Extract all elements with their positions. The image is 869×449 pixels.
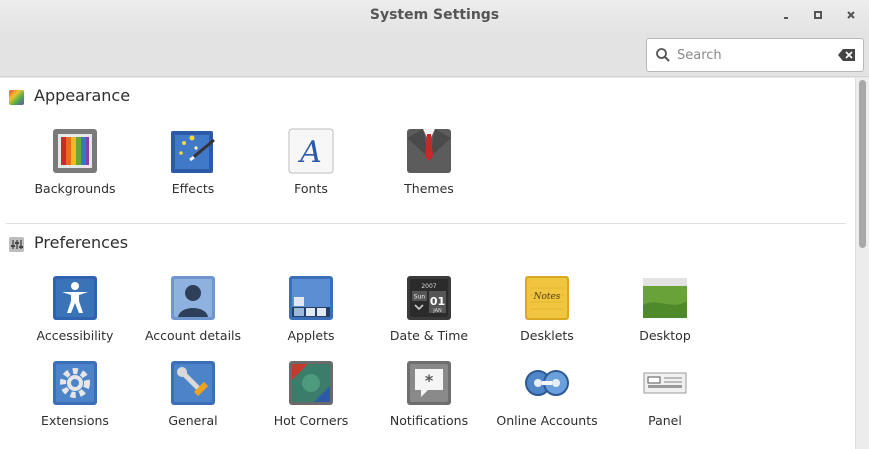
general-icon — [171, 361, 215, 405]
themes-icon — [407, 129, 451, 173]
preferences-icon — [9, 237, 24, 252]
account-details-icon — [171, 276, 215, 320]
scrollbar-thumb[interactable] — [859, 80, 866, 248]
setting-effects[interactable]: Effects — [134, 128, 252, 196]
calendar-day: Sun — [414, 294, 426, 301]
setting-date-time[interactable]: 2007 Sun 01 JAN Date & Time — [370, 275, 488, 343]
desklets-note: Notes — [533, 292, 561, 302]
maximize-icon[interactable] — [811, 8, 825, 22]
setting-label: Notifications — [389, 413, 469, 428]
setting-backgrounds[interactable]: Backgrounds — [16, 128, 134, 196]
section-title-preferences: Preferences — [34, 233, 129, 252]
setting-general[interactable]: General — [134, 360, 252, 428]
desktop-icon — [643, 278, 687, 318]
setting-themes[interactable]: Themes — [370, 128, 488, 196]
search-input[interactable] — [677, 45, 827, 65]
setting-desklets[interactable]: Notes Desklets — [488, 275, 606, 343]
setting-label: Accessibility — [36, 328, 114, 343]
section-divider — [6, 223, 846, 224]
calendar-month: JAN — [432, 308, 442, 314]
setting-label: Date & Time — [389, 328, 469, 343]
setting-label: Backgrounds — [34, 181, 116, 196]
search-box[interactable] — [646, 38, 864, 72]
close-icon[interactable] — [844, 8, 858, 22]
setting-label: Applets — [287, 328, 335, 343]
setting-label: Online Accounts — [496, 413, 598, 428]
setting-applets[interactable]: Applets — [252, 275, 370, 343]
desklets-icon: Notes — [525, 276, 569, 320]
panel-icon — [643, 372, 687, 394]
backgrounds-icon — [53, 129, 97, 173]
toolbar — [0, 32, 869, 77]
setting-panel[interactable]: Panel — [606, 360, 724, 428]
clear-search-icon[interactable] — [837, 47, 857, 63]
setting-notifications[interactable]: * Notifications — [370, 360, 488, 428]
effects-icon — [171, 131, 215, 173]
calendar-date: 01 — [430, 295, 445, 308]
calendar-year: 2007 — [421, 283, 436, 290]
section-title-appearance: Appearance — [34, 86, 131, 105]
window-title: System Settings — [369, 7, 500, 23]
setting-label: General — [168, 413, 218, 428]
accessibility-icon — [53, 276, 97, 320]
fonts-glyph: A — [297, 135, 322, 170]
hot-corners-icon — [289, 361, 333, 405]
setting-label: Desklets — [520, 328, 574, 343]
fonts-icon: A — [288, 128, 334, 174]
notifications-glyph: * — [425, 371, 434, 390]
setting-hot-corners[interactable]: Hot Corners — [252, 360, 370, 428]
setting-online-accounts[interactable]: Online Accounts — [488, 360, 606, 428]
setting-label: Desktop — [639, 328, 691, 343]
search-icon — [656, 48, 670, 62]
setting-desktop[interactable]: Desktop — [606, 275, 724, 343]
setting-label: Themes — [404, 181, 454, 196]
setting-account-details[interactable]: Account details — [134, 275, 252, 343]
applets-icon — [289, 276, 333, 320]
settings-content: Appearance Backgrounds Effects A Fonts T… — [0, 78, 855, 449]
title-bar: System Settings — [0, 0, 869, 32]
scrollbar[interactable] — [855, 78, 869, 449]
extensions-icon — [53, 361, 97, 405]
setting-label: Panel — [648, 413, 682, 428]
setting-label: Effects — [171, 181, 215, 196]
setting-extensions[interactable]: Extensions — [16, 360, 134, 428]
setting-label: Fonts — [294, 181, 328, 196]
notifications-icon: * — [407, 361, 451, 405]
setting-fonts[interactable]: A Fonts — [252, 128, 370, 196]
setting-label: Account details — [144, 328, 242, 343]
setting-label: Extensions — [41, 413, 109, 428]
setting-label: Hot Corners — [273, 413, 349, 428]
date-time-icon: 2007 Sun 01 JAN — [407, 276, 451, 320]
setting-accessibility[interactable]: Accessibility — [16, 275, 134, 343]
online-accounts-icon — [525, 370, 569, 396]
minimize-icon[interactable] — [779, 8, 793, 22]
appearance-icon — [9, 90, 24, 105]
